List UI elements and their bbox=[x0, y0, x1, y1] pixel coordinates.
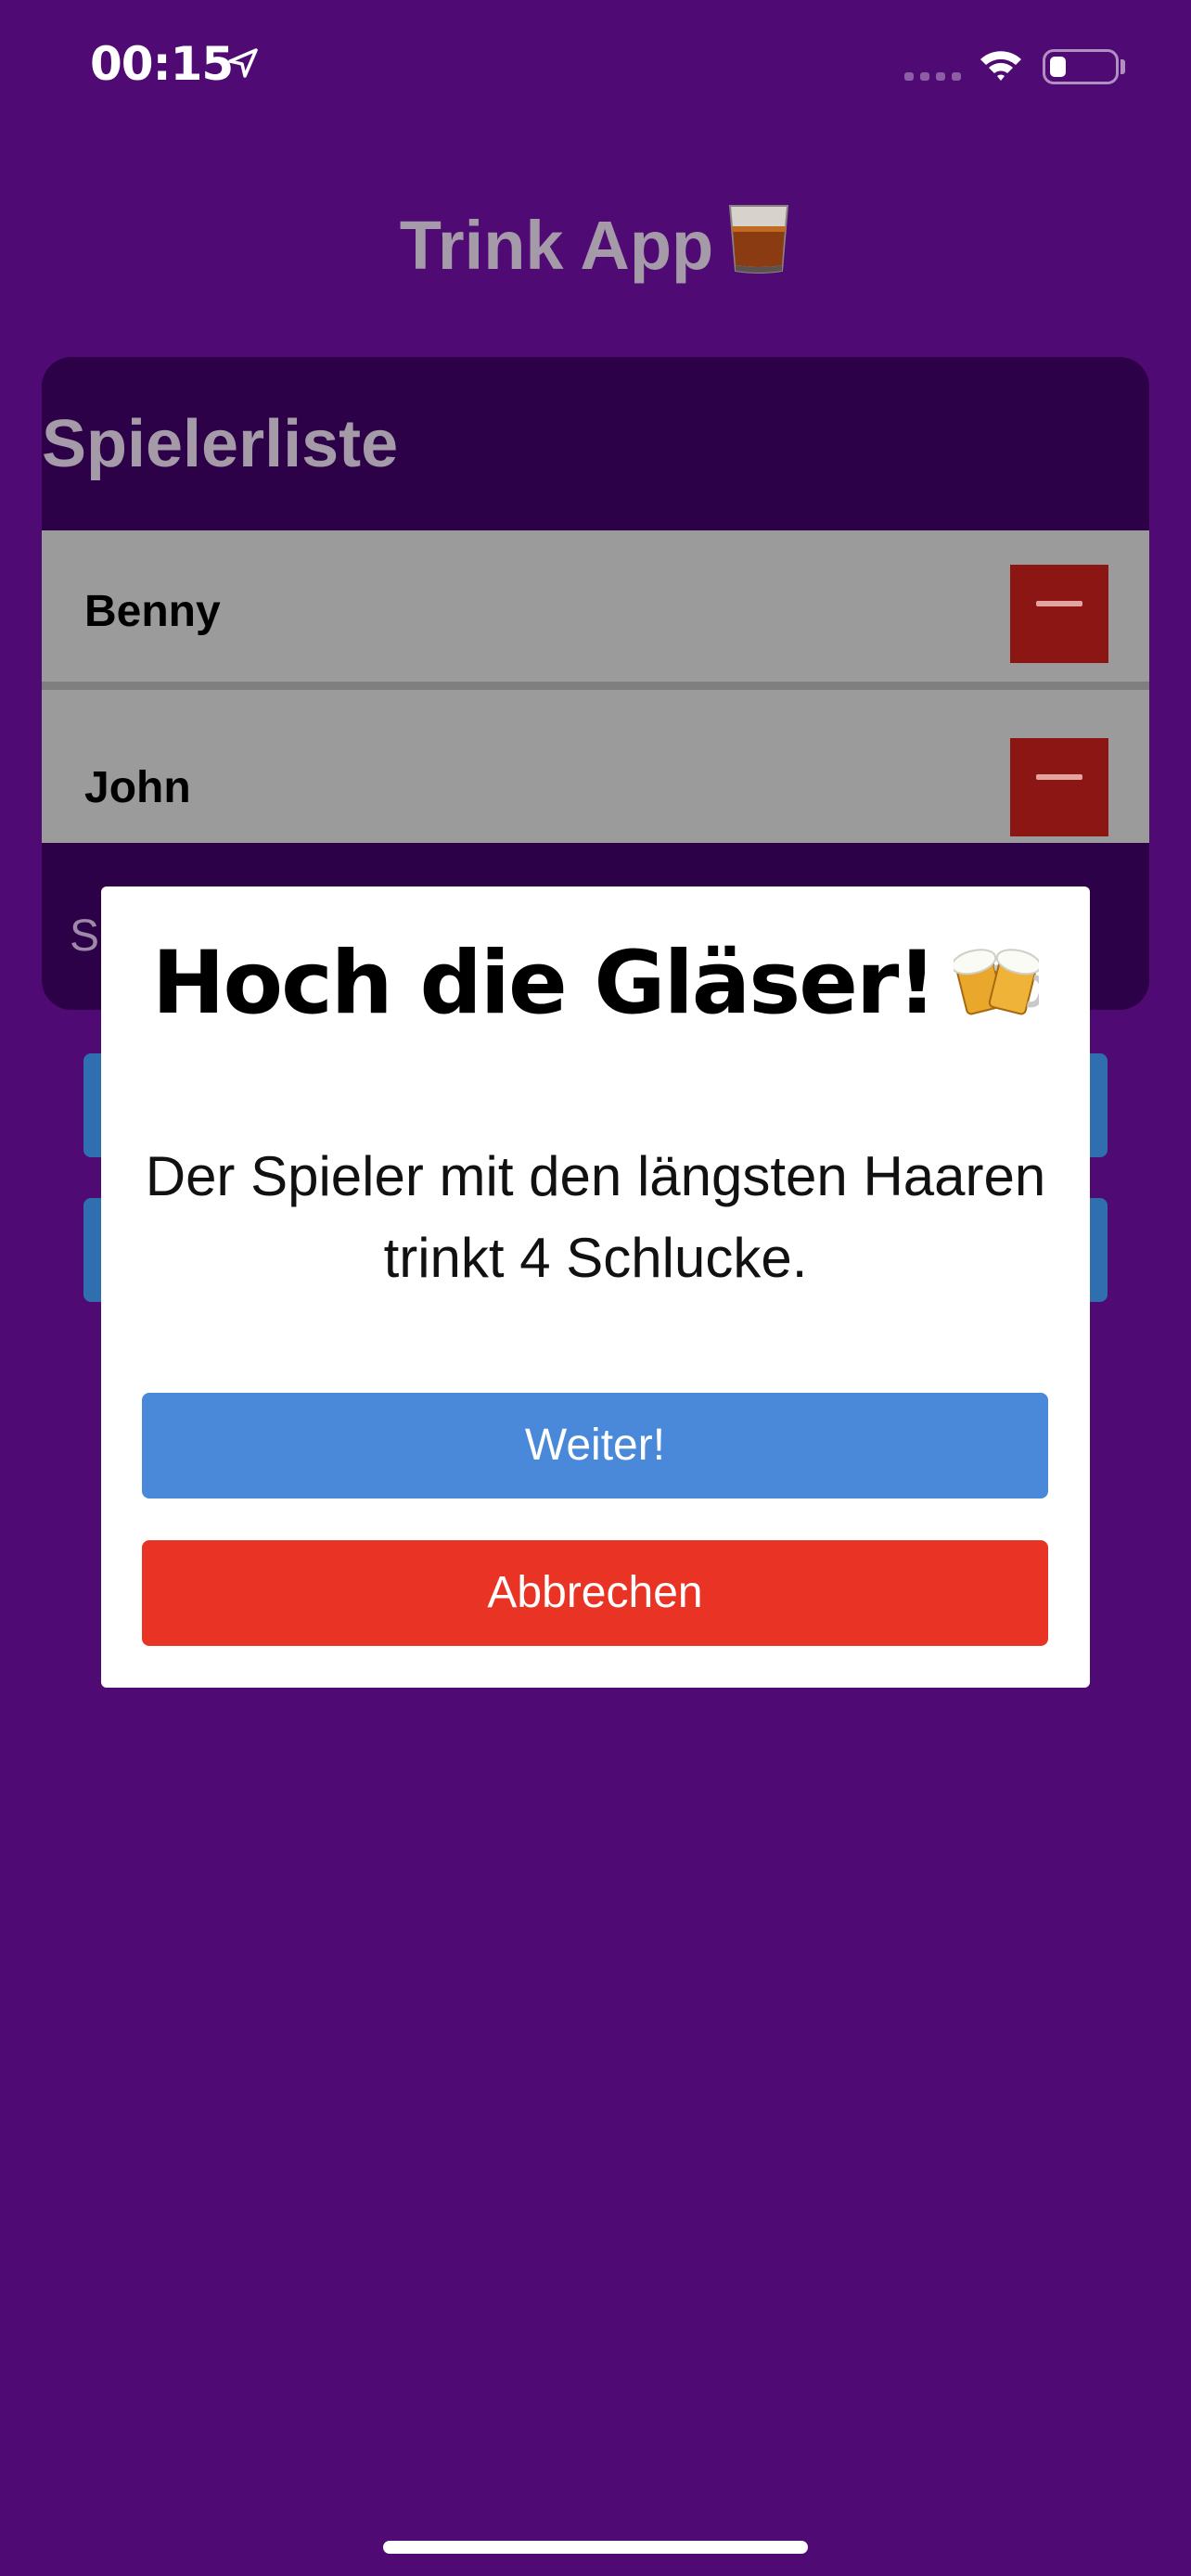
wifi-icon bbox=[980, 51, 1021, 81]
player-list-title: Spielerliste bbox=[42, 407, 399, 481]
tumbler-glass-icon bbox=[729, 205, 789, 274]
status-time: 00:15 bbox=[90, 37, 234, 91]
player-name: John bbox=[84, 763, 191, 812]
remove-player-button[interactable] bbox=[1010, 565, 1108, 663]
modal-title: Hoch die Gläser! bbox=[0, 933, 1191, 1034]
battery-level bbox=[1050, 57, 1066, 77]
location-arrow-icon bbox=[228, 48, 258, 78]
home-indicator[interactable] bbox=[383, 2541, 808, 2554]
modal-message: Der Spieler mit den längsten Haaren trin… bbox=[145, 1145, 1046, 1289]
screen: 00:15 Trink App Spielerliste Benny John … bbox=[0, 0, 1191, 2576]
row-divider bbox=[42, 682, 1149, 690]
modal-title-text: Hoch die Gläser! bbox=[151, 933, 937, 1034]
status-bar: 00:15 bbox=[0, 0, 1191, 130]
app-title-text: Trink App bbox=[399, 207, 714, 284]
battery-icon bbox=[1043, 49, 1119, 84]
signal-icon bbox=[904, 72, 962, 82]
player-row: Benny bbox=[42, 530, 1149, 683]
app-title: Trink App bbox=[0, 202, 1191, 285]
cancel-button[interactable]: Abbrechen bbox=[142, 1540, 1048, 1646]
player-name: Benny bbox=[84, 587, 221, 636]
battery-tip bbox=[1121, 59, 1125, 74]
remove-player-button[interactable] bbox=[1010, 738, 1108, 836]
beer-mugs-icon bbox=[954, 949, 1040, 1015]
player-row: John bbox=[42, 690, 1149, 843]
next-button[interactable]: Weiter! bbox=[142, 1393, 1048, 1498]
